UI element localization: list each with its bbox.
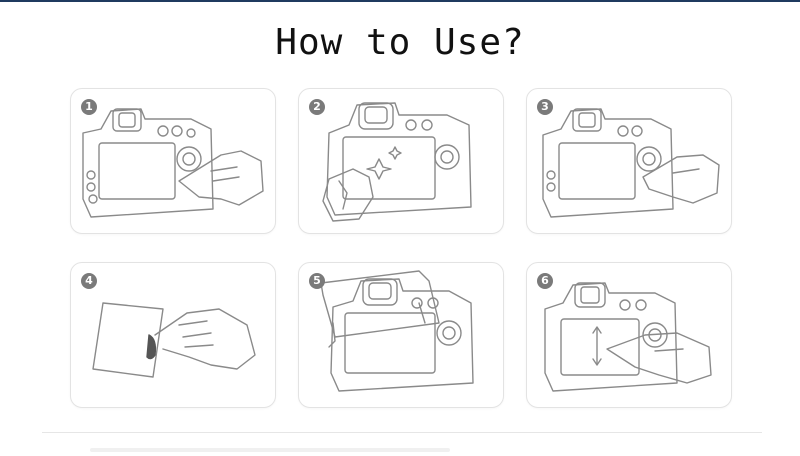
step-card-4: 4 xyxy=(70,262,276,408)
page-title: How to Use? xyxy=(275,22,525,63)
camera-screen-dust-remove-icon xyxy=(542,108,720,218)
step-card-1: 1 xyxy=(70,88,276,234)
step-card-5: 5 xyxy=(298,262,504,408)
step-card-6: 6 xyxy=(526,262,732,408)
step-number-badge: 2 xyxy=(309,99,325,115)
camera-screen-apply-protector-icon xyxy=(320,270,474,392)
top-bar xyxy=(0,0,800,2)
footer-faint-text xyxy=(90,448,450,452)
camera-screen-smooth-protector-icon xyxy=(544,282,712,392)
protector-film-peel-icon xyxy=(92,302,256,378)
camera-screen-protector-peel-icon xyxy=(82,108,264,218)
step-number-badge: 5 xyxy=(309,273,325,289)
step-number-badge: 6 xyxy=(537,273,553,289)
footer-divider xyxy=(42,432,762,433)
camera-screen-clean-icon xyxy=(322,102,472,222)
step-number-badge: 3 xyxy=(537,99,553,115)
step-number-badge: 1 xyxy=(81,99,97,115)
step-card-3: 3 xyxy=(526,88,732,234)
step-number-badge: 4 xyxy=(81,273,97,289)
step-card-2: 2 xyxy=(298,88,504,234)
